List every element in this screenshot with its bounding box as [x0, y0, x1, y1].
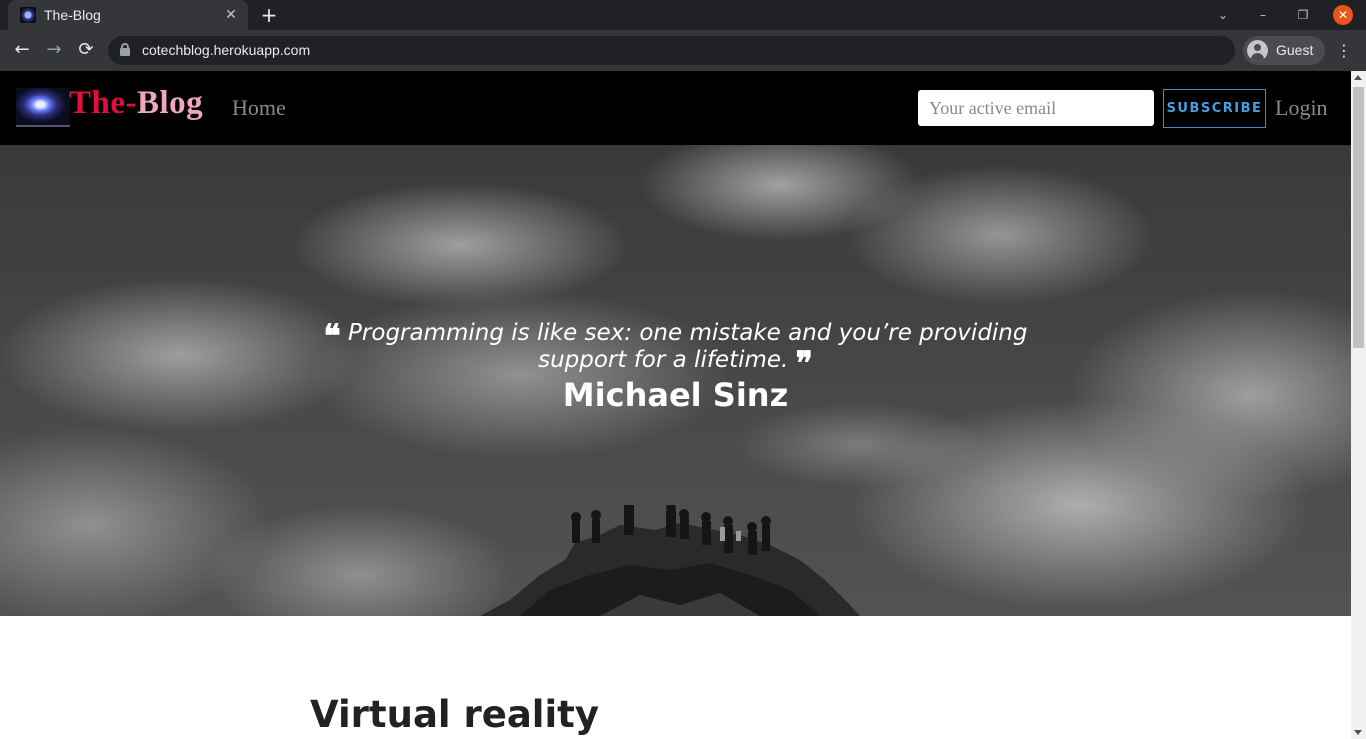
- tab-title: The-Blog: [44, 7, 101, 23]
- page-scrollbar[interactable]: [1351, 71, 1366, 739]
- page-viewport: The-Blog Home SUBSCRIBE Login: [0, 71, 1366, 739]
- browser-tab[interactable]: The-Blog ✕: [8, 0, 248, 30]
- profile-label: Guest: [1276, 42, 1314, 58]
- post-title-link[interactable]: Virtual reality: [310, 693, 599, 737]
- nav-home-link[interactable]: Home: [232, 95, 286, 121]
- close-window-icon[interactable]: ✕: [1333, 5, 1353, 25]
- minimize-window-icon[interactable]: –: [1254, 6, 1272, 24]
- hero-banner: ❝ Programming is like sex: one mistake a…: [0, 145, 1351, 616]
- hero-quote: ❝ Programming is like sex: one mistake a…: [310, 320, 1041, 414]
- new-tab-button[interactable]: +: [258, 4, 280, 26]
- brand-logo-image[interactable]: [16, 88, 70, 127]
- brand-name-blog: Blog: [137, 85, 204, 121]
- site-favicon-icon: [20, 7, 36, 23]
- lock-icon[interactable]: [120, 43, 130, 56]
- scrollbar-thumb[interactable]: [1353, 87, 1364, 348]
- brand-name-the: The-: [69, 85, 137, 121]
- open-quote-icon: ❝: [323, 317, 341, 355]
- browser-tab-bar: The-Blog ✕ + ⌄ – ❐ ✕: [0, 0, 1366, 30]
- forward-arrow-icon[interactable]: →: [42, 38, 66, 62]
- reload-icon[interactable]: ⟳: [74, 38, 98, 62]
- nav-login-link[interactable]: Login: [1275, 95, 1328, 121]
- subscribe-email-input[interactable]: [918, 90, 1154, 126]
- scroll-down-arrow-icon[interactable]: [1354, 730, 1362, 735]
- quote-author: Michael Sinz: [562, 376, 789, 414]
- site-navbar: The-Blog Home SUBSCRIBE Login: [0, 71, 1351, 145]
- browser-toolbar: ← → ⟳ cotechblog.herokuapp.com Guest ⋮: [0, 30, 1366, 71]
- scroll-up-arrow-icon[interactable]: [1354, 75, 1362, 80]
- profile-button[interactable]: Guest: [1243, 36, 1325, 65]
- subscribe-button[interactable]: SUBSCRIBE: [1163, 89, 1266, 128]
- quote-text: Programming is like sex: one mistake and…: [348, 320, 1028, 373]
- guest-avatar-icon: [1247, 40, 1268, 61]
- quote-text-block: ❝ Programming is like sex: one mistake a…: [310, 317, 1041, 379]
- brand-name-link[interactable]: The-Blog: [69, 85, 203, 122]
- tab-close-icon[interactable]: ✕: [222, 6, 240, 24]
- address-bar-url[interactable]: cotechblog.herokuapp.com: [142, 42, 310, 58]
- browser-menu-icon[interactable]: ⋮: [1335, 39, 1353, 63]
- restore-window-icon[interactable]: ❐: [1294, 6, 1312, 24]
- close-quote-icon: ❞: [795, 344, 813, 382]
- back-arrow-icon[interactable]: ←: [10, 38, 34, 62]
- mountain-peak-climbers-image: [480, 505, 860, 616]
- address-bar[interactable]: cotechblog.herokuapp.com: [108, 36, 1235, 65]
- tab-search-icon[interactable]: ⌄: [1214, 6, 1232, 24]
